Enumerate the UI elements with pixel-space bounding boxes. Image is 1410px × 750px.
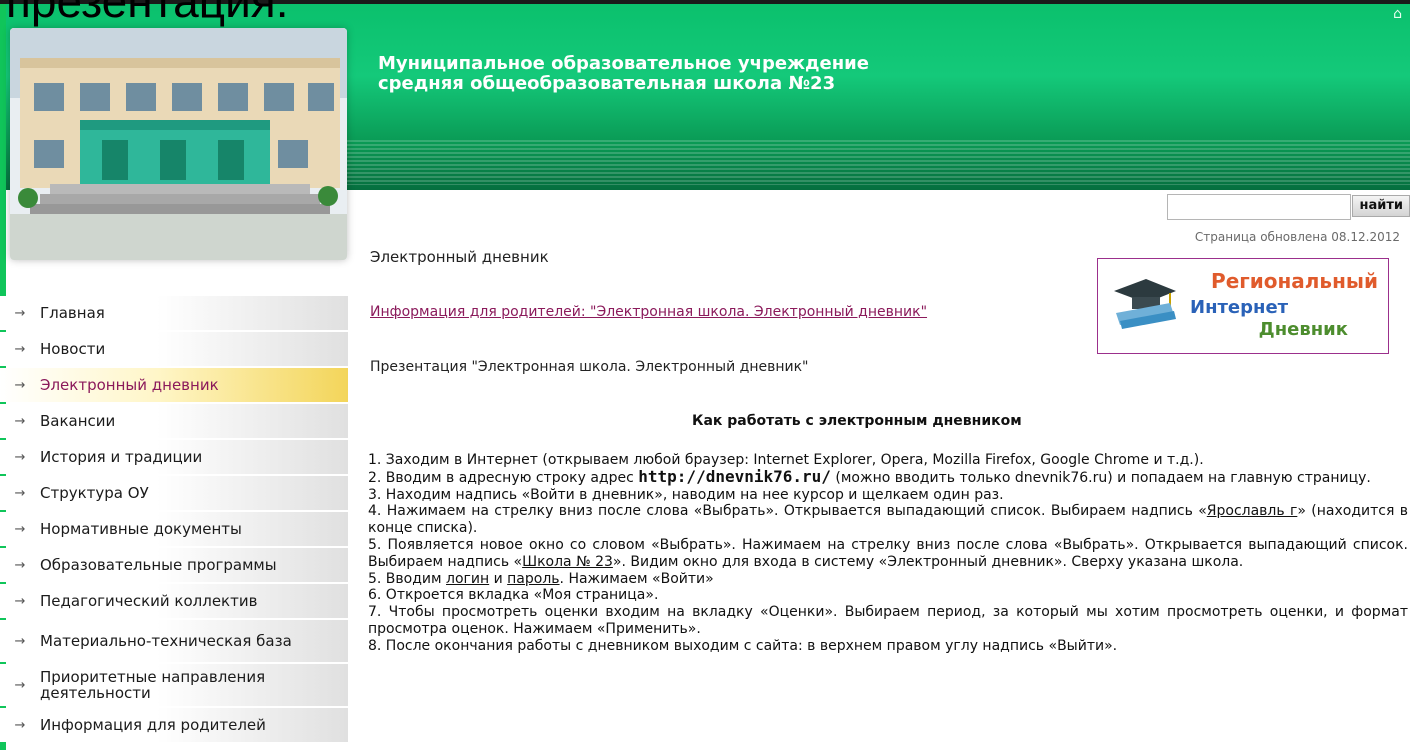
instruction-step: 3. Находим надпись «Войти в дневник», на… (368, 486, 1004, 503)
instruction-text: 5. Вводим (368, 570, 447, 587)
parents-info-link[interactable]: Информация для родителей: "Электронная ш… (370, 304, 927, 320)
site-title-line-2: средняя общеобразовательная школа №23 (378, 73, 836, 94)
sidebar-item-label: Электронный дневник (40, 376, 219, 394)
site-title: Муниципальное образовательное учреждение… (378, 54, 869, 94)
banner-line-2: Интернет (1190, 297, 1289, 318)
school-23-link[interactable]: Школа № 23 (522, 554, 613, 570)
sidebar-item-label: Образовательные программы (40, 556, 277, 574)
sidebar-item-label: Приоритетные направления деятельности (40, 668, 266, 702)
arrow-icon: → (14, 377, 26, 393)
instruction-text: 2. Вводим в адресную строку адрес (368, 469, 639, 486)
page-updated-date: Страница обновлена 08.12.2012 (1194, 230, 1400, 244)
instruction-step: 8. После окончания работы с дневником вы… (368, 637, 1118, 654)
regional-diary-banner[interactable]: Региональный Интернет Дневник (1097, 258, 1389, 354)
arrow-icon: → (14, 341, 26, 357)
sidebar-item-facilities[interactable]: → Материально-техническая база (0, 620, 348, 662)
search-input[interactable] (1167, 194, 1351, 220)
banner-line-1: Региональный (1211, 269, 1378, 293)
sidebar-item-label: Педагогический коллектив (40, 592, 258, 610)
instruction-step: 7. Чтобы просмотреть оценки входим на вк… (368, 604, 1408, 637)
yaroslavl-link[interactable]: Ярославль г (1207, 503, 1298, 519)
sidebar-item-programs[interactable]: → Образовательные программы (0, 548, 348, 582)
site-title-line-1: Муниципальное образовательное учреждение (378, 53, 869, 74)
arrow-icon: → (14, 717, 26, 733)
arrow-icon: → (14, 413, 26, 429)
instruction-step: 2. Вводим в адресную строку адрес http:/… (368, 466, 1408, 487)
instruction-text: (можно вводить только dnevnik76.ru) и по… (830, 469, 1371, 486)
arrow-icon: → (14, 521, 26, 537)
cut-off-text: презентация: (6, 0, 289, 27)
arrow-icon: → (14, 449, 26, 465)
instruction-step: 5. Появляется новое окно со словом «Выбр… (368, 537, 1408, 571)
instruction-text: и (489, 570, 508, 587)
sidebar-item-home[interactable]: → Главная (0, 296, 348, 330)
arrow-icon: → (14, 593, 26, 609)
sidebar-item-label: Материально-техническая база (40, 632, 292, 650)
sidebar-item-documents[interactable]: → Нормативные документы (0, 512, 348, 546)
school-photo (10, 28, 347, 260)
arrow-icon: → (14, 305, 26, 321)
presentation-text: Презентация "Электронная школа. Электрон… (370, 359, 809, 375)
instructions-title: Как работать с электронным дневником (692, 413, 1022, 429)
sidebar-item-label: Структура ОУ (40, 484, 149, 502)
login-link[interactable]: логин (446, 571, 489, 587)
sidebar-item-label: Главная (40, 304, 105, 322)
sidebar-item-label: История и традиции (40, 448, 203, 466)
sidebar-item-structure[interactable]: → Структура ОУ (0, 476, 348, 510)
sidebar-item-news[interactable]: → Новости (0, 332, 348, 366)
instruction-step: 1. Заходим в Интернет (открываем любой б… (368, 452, 1204, 468)
sidebar-nav: → Главная → Новости → Электронный дневник →… (0, 296, 348, 744)
home-icon[interactable]: ⌂ (1393, 6, 1402, 22)
header-stripes (340, 140, 1410, 185)
page-title: Электронный дневник (370, 248, 549, 266)
dnevnik-url: http://dnevnik76.ru/ (638, 466, 831, 486)
sidebar-item-vacancies[interactable]: → Вакансии (0, 404, 348, 438)
instruction-step: 5. Вводим логин и пароль. Нажимаем «Войт… (368, 571, 1408, 588)
sidebar-item-priorities[interactable]: → Приоритетные направления деятельности (0, 664, 348, 706)
instruction-step: 4. Нажимаем на стрелку вниз после слова … (368, 503, 1408, 537)
instruction-text: 4. Нажимаем на стрелку вниз после слова … (368, 503, 1207, 520)
arrow-icon: → (14, 677, 26, 693)
search-button[interactable]: найти (1352, 195, 1410, 217)
password-link[interactable]: пароль (507, 571, 559, 587)
sidebar-item-electronic-diary[interactable]: → Электронный дневник (0, 368, 348, 402)
instruction-step: 6. Откроется вкладка «Моя страница». (368, 587, 659, 604)
banner-line-3: Дневник (1258, 319, 1348, 340)
arrow-icon: → (14, 557, 26, 573)
instruction-text: . Нажимаем «Войти» (559, 570, 714, 587)
sidebar-item-staff[interactable]: → Педагогический коллектив (0, 584, 348, 618)
graduation-cap-icon (1114, 279, 1176, 329)
sidebar-item-label: Информация для родителей (40, 716, 266, 734)
sidebar-item-label: Вакансии (40, 412, 116, 430)
sidebar-item-label: Нормативные документы (40, 520, 242, 538)
sidebar-item-label: Новости (40, 340, 106, 358)
page: презентация: ⌂ Муниципальное образовател… (0, 0, 1410, 750)
instructions-list: 1. Заходим в Интернет (открываем любой б… (368, 452, 1408, 655)
instruction-text: ». Видим окно для входа в систему «Элект… (612, 553, 1244, 570)
arrow-icon: → (14, 485, 26, 501)
sidebar-item-parents[interactable]: → Информация для родителей (0, 708, 348, 742)
arrow-icon: → (14, 633, 26, 649)
sidebar-item-history[interactable]: → История и традиции (0, 440, 348, 474)
